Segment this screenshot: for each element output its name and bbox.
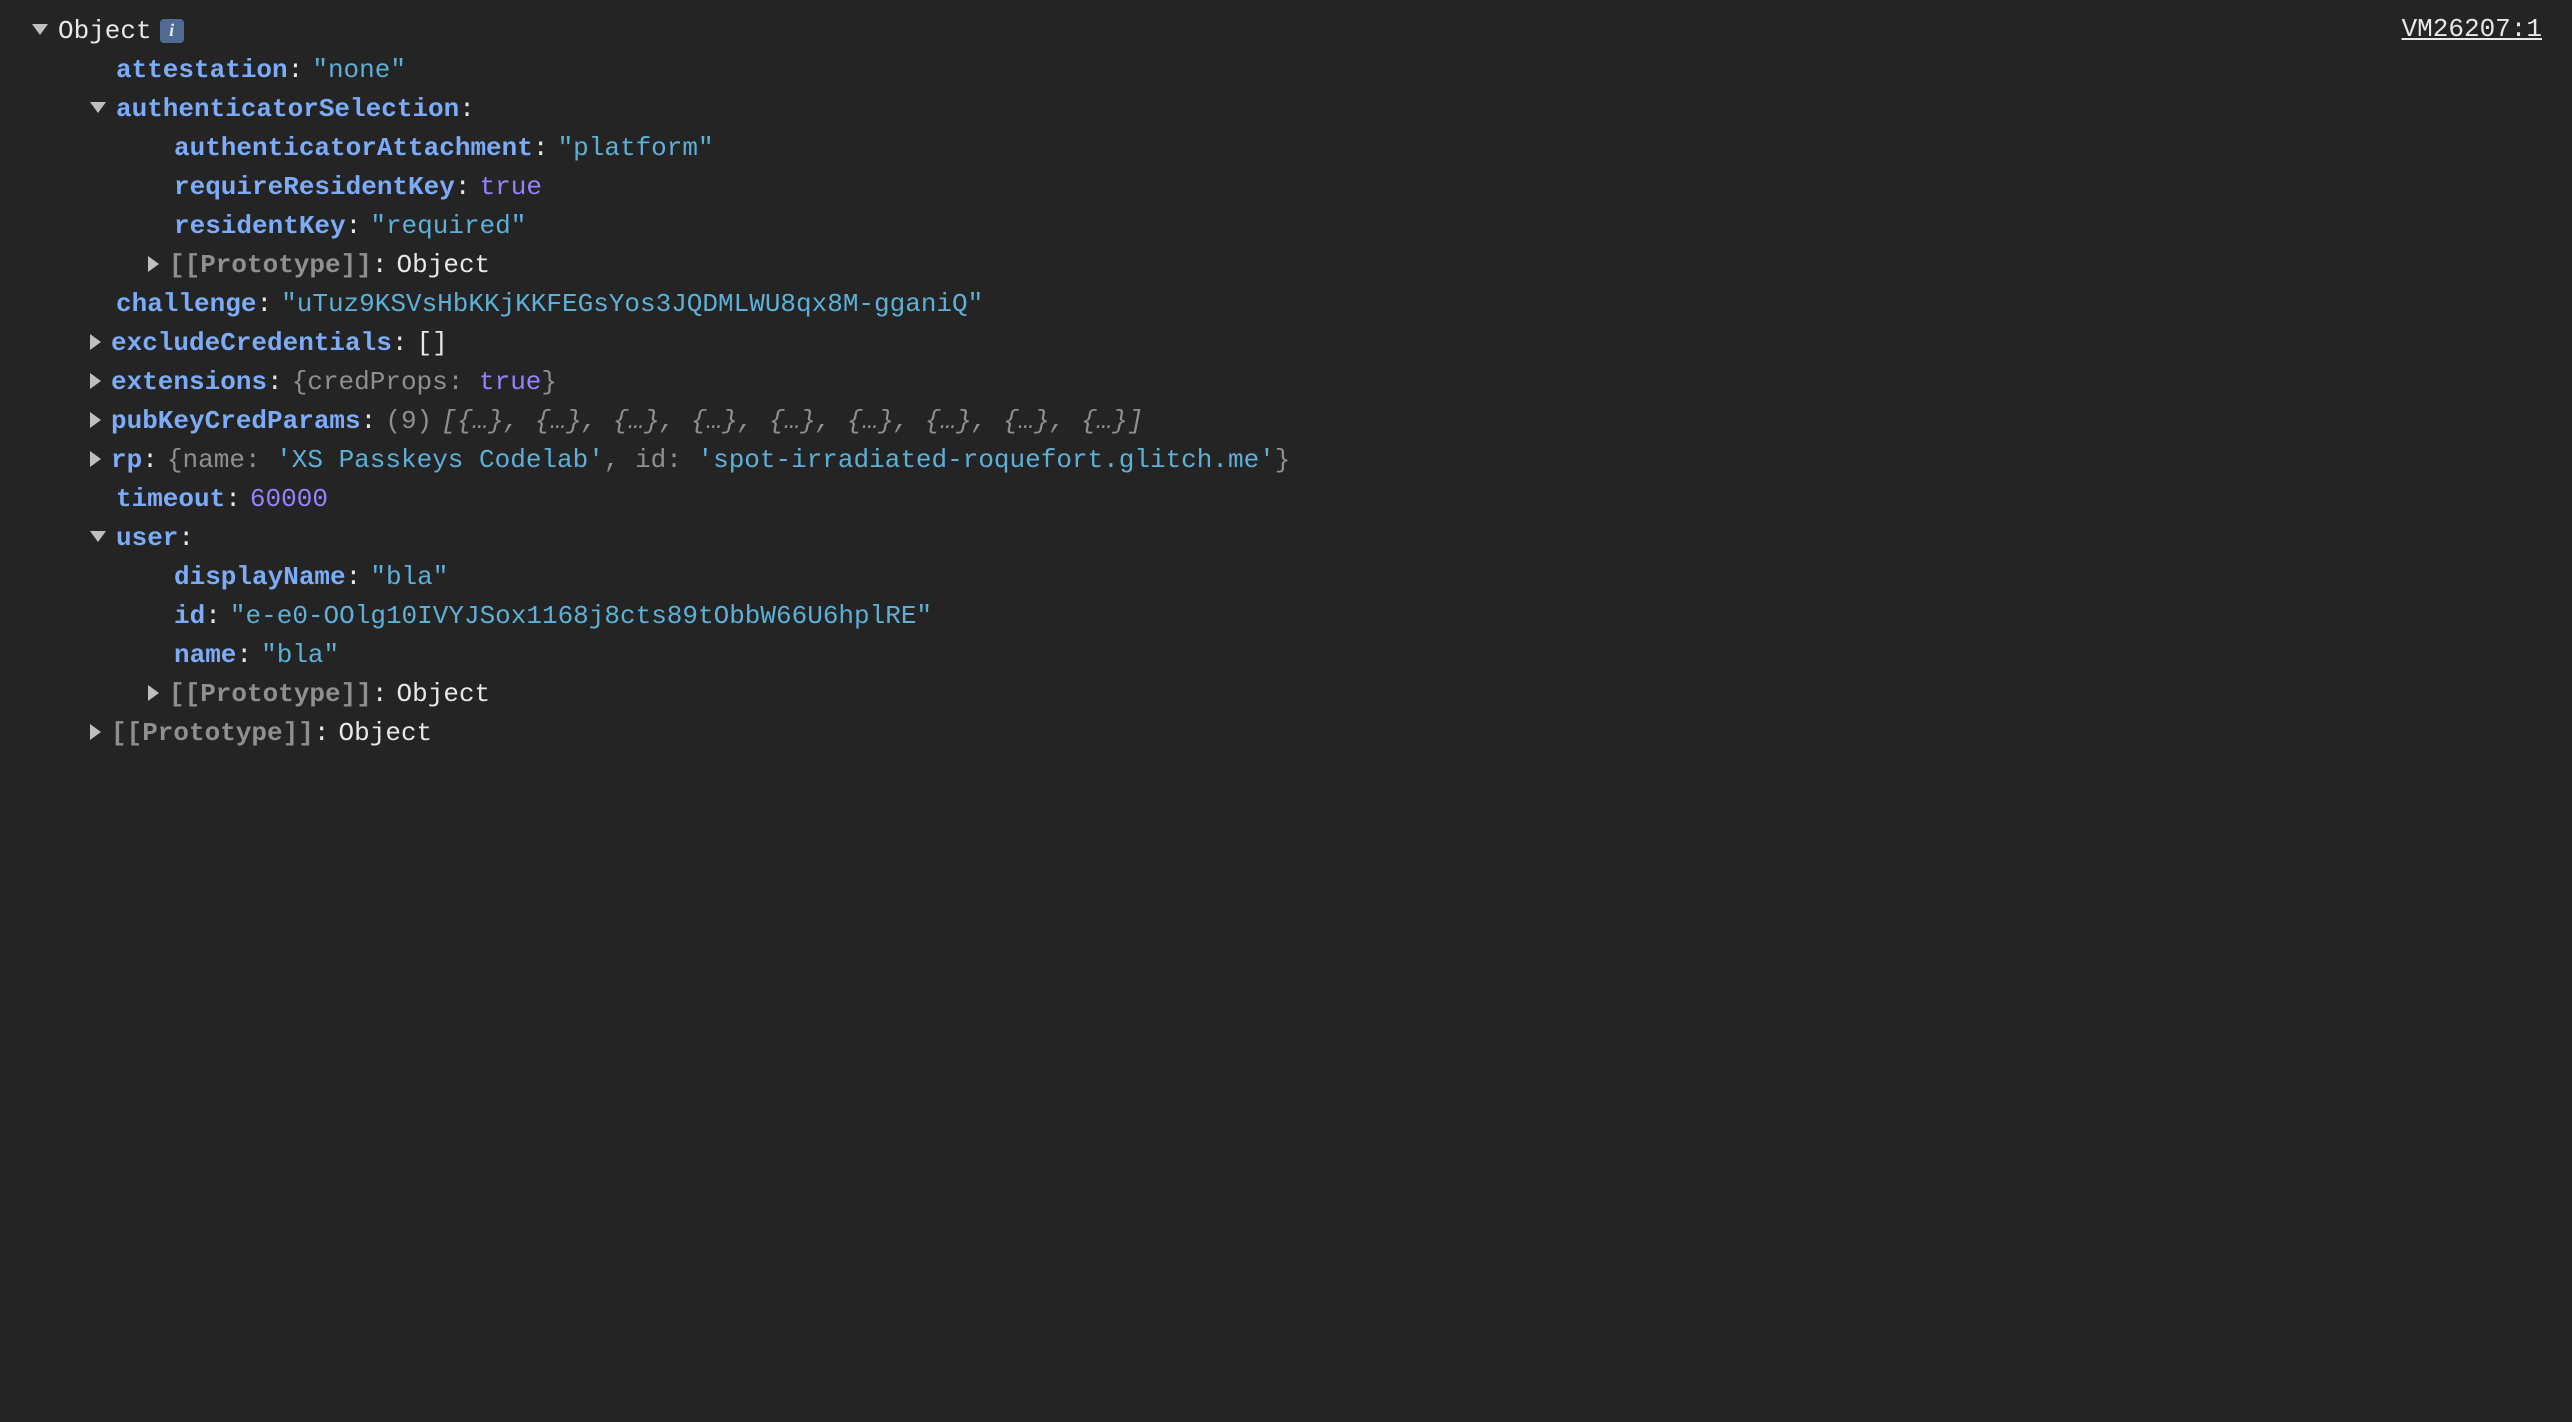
prop-value: Object bbox=[339, 714, 433, 753]
prop-key: authenticatorSelection bbox=[116, 90, 459, 129]
prop-value: Object bbox=[397, 246, 491, 285]
chevron-down-icon bbox=[32, 24, 48, 35]
prop-timeout[interactable]: timeout: 60000 bbox=[20, 480, 2552, 519]
root-object-label: Object bbox=[58, 12, 152, 51]
preview-brace: { bbox=[167, 445, 183, 475]
preview-value: 'XS Passkeys Codelab' bbox=[276, 445, 604, 475]
preview-brace: } bbox=[541, 367, 557, 397]
prop-resident-key[interactable]: residentKey: "required" bbox=[20, 207, 2552, 246]
prop-value: Object bbox=[397, 675, 491, 714]
chevron-right-icon bbox=[90, 451, 101, 467]
chevron-right-icon bbox=[148, 256, 159, 272]
chevron-right-icon bbox=[90, 724, 101, 740]
prop-value: [] bbox=[417, 324, 448, 363]
prop-value: "none" bbox=[312, 51, 406, 90]
prop-key: requireResidentKey bbox=[174, 168, 455, 207]
prop-key: rp bbox=[111, 441, 142, 480]
prop-prototype-authsel[interactable]: [[Prototype]]: Object bbox=[20, 246, 2552, 285]
prop-challenge[interactable]: challenge: "uTuz9KSVsHbKKjKKFEGsYos3JQDM… bbox=[20, 285, 2552, 324]
prop-exclude-credentials[interactable]: excludeCredentials: [] bbox=[20, 324, 2552, 363]
prop-key: id bbox=[174, 597, 205, 636]
object-tree: Object i attestation: "none" authenticat… bbox=[20, 12, 2552, 753]
prop-key: pubKeyCredParams bbox=[111, 402, 361, 441]
prop-require-resident-key[interactable]: requireResidentKey: true bbox=[20, 168, 2552, 207]
prop-prototype-user[interactable]: [[Prototype]]: Object bbox=[20, 675, 2552, 714]
chevron-down-icon bbox=[90, 531, 106, 542]
prop-key: user bbox=[116, 519, 178, 558]
prop-key: name bbox=[174, 636, 236, 675]
prop-key: displayName bbox=[174, 558, 346, 597]
prop-value: "bla" bbox=[261, 636, 339, 675]
prop-rp[interactable]: rp: {name: 'XS Passkeys Codelab', id: 's… bbox=[20, 441, 2552, 480]
preview-key: name bbox=[183, 445, 245, 475]
source-link[interactable]: VM26207:1 bbox=[2402, 10, 2542, 49]
prop-value: "required" bbox=[370, 207, 526, 246]
prop-value: "platform" bbox=[558, 129, 714, 168]
prop-value: true bbox=[480, 168, 542, 207]
array-count: (9) bbox=[385, 402, 432, 441]
prop-key: excludeCredentials bbox=[111, 324, 392, 363]
preview-brace: { bbox=[292, 367, 308, 397]
preview-value: true bbox=[479, 367, 541, 397]
object-preview: {name: 'XS Passkeys Codelab', id: 'spot-… bbox=[167, 441, 1290, 480]
prop-authenticator-attachment[interactable]: authenticatorAttachment: "platform" bbox=[20, 129, 2552, 168]
prop-user-displayname[interactable]: displayName: "bla" bbox=[20, 558, 2552, 597]
object-preview: {credProps: true} bbox=[292, 363, 557, 402]
chevron-right-icon bbox=[148, 685, 159, 701]
prop-pubkeycredparams[interactable]: pubKeyCredParams: (9) [{…}, {…}, {…}, {…… bbox=[20, 402, 2552, 441]
prop-key: residentKey bbox=[174, 207, 346, 246]
preview-key: id bbox=[635, 445, 666, 475]
prop-user-id[interactable]: id: "e-e0-OOlg10IVYJSox1168j8cts89tObbW6… bbox=[20, 597, 2552, 636]
root-object-row[interactable]: Object i bbox=[20, 12, 2552, 51]
prop-prototype-root[interactable]: [[Prototype]]: Object bbox=[20, 714, 2552, 753]
prop-key: attestation bbox=[116, 51, 288, 90]
prop-user[interactable]: user: bbox=[20, 519, 2552, 558]
preview-brace: } bbox=[1275, 445, 1291, 475]
prop-key: [[Prototype]] bbox=[169, 675, 372, 714]
chevron-right-icon bbox=[90, 334, 101, 350]
prop-key: [[Prototype]] bbox=[111, 714, 314, 753]
preview-key: credProps bbox=[307, 367, 447, 397]
prop-extensions[interactable]: extensions: {credProps: true} bbox=[20, 363, 2552, 402]
chevron-down-icon bbox=[90, 102, 106, 113]
chevron-right-icon bbox=[90, 412, 101, 428]
prop-value: "uTuz9KSVsHbKKjKKFEGsYos3JQDMLWU8qx8M-gg… bbox=[281, 285, 983, 324]
info-icon[interactable]: i bbox=[160, 19, 184, 43]
prop-value: "e-e0-OOlg10IVYJSox1168j8cts89tObbW66U6h… bbox=[230, 597, 932, 636]
prop-key: extensions bbox=[111, 363, 267, 402]
prop-key: [[Prototype]] bbox=[169, 246, 372, 285]
prop-key: authenticatorAttachment bbox=[174, 129, 533, 168]
prop-user-name[interactable]: name: "bla" bbox=[20, 636, 2552, 675]
prop-attestation[interactable]: attestation: "none" bbox=[20, 51, 2552, 90]
array-preview: [{…}, {…}, {…}, {…}, {…}, {…}, {…}, {…},… bbox=[441, 402, 1143, 441]
prop-key: challenge bbox=[116, 285, 256, 324]
prop-authenticator-selection[interactable]: authenticatorSelection: bbox=[20, 90, 2552, 129]
prop-value: "bla" bbox=[370, 558, 448, 597]
prop-value: 60000 bbox=[250, 480, 328, 519]
prop-key: timeout bbox=[116, 480, 225, 519]
preview-value: 'spot-irradiated-roquefort.glitch.me' bbox=[697, 445, 1274, 475]
chevron-right-icon bbox=[90, 373, 101, 389]
